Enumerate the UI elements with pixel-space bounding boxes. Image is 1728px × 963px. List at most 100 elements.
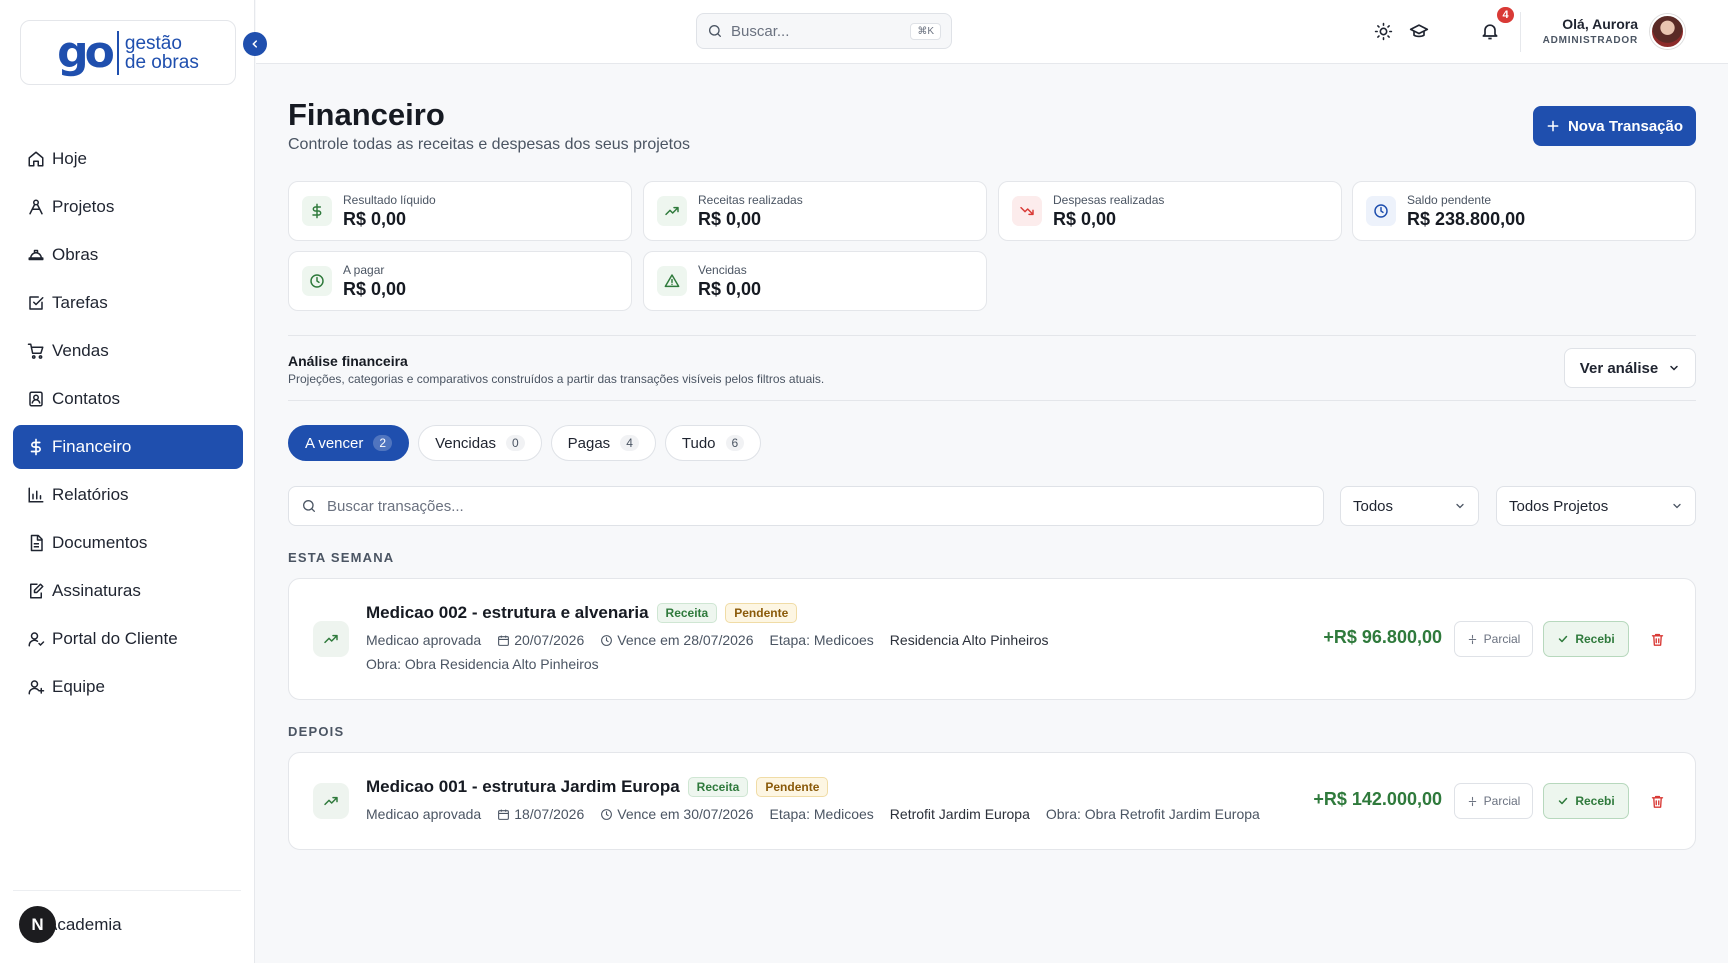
delete-button[interactable] (1647, 629, 1667, 649)
sidebar-item-projetos[interactable]: Projetos (13, 185, 243, 229)
transaction-stage: Etapa: Medicoes (769, 806, 874, 822)
tab-count: 0 (505, 435, 525, 451)
theme-toggle-button[interactable] (1372, 20, 1394, 42)
tab-a-vencer[interactable]: A vencer 2 (288, 425, 410, 461)
client-portal-icon (26, 629, 46, 649)
sidebar-item-tarefas[interactable]: Tarefas (13, 281, 243, 325)
status-badge: Pendente (725, 603, 798, 623)
stat-label: Receitas realizadas (698, 192, 803, 207)
partial-button[interactable]: Parcial (1454, 783, 1533, 819)
search-icon (707, 23, 723, 39)
projects-icon (26, 197, 46, 217)
sidebar-item-label: Tarefas (52, 293, 108, 312)
document-icon (26, 533, 46, 553)
view-analysis-button[interactable]: Ver análise (1564, 348, 1696, 388)
sidebar-item-obras[interactable]: Obras (13, 233, 243, 277)
partial-button[interactable]: Parcial (1454, 621, 1533, 657)
trending-down-icon (1012, 196, 1042, 226)
tab-label: Vencidas (435, 434, 496, 452)
stat-value: R$ 238.800,00 (1407, 208, 1526, 229)
sidebar-item-equipe[interactable]: Equipe (13, 665, 243, 709)
trash-icon (1650, 794, 1665, 809)
tab-count: 6 (725, 435, 745, 451)
stat-card-to-pay: A pagar R$ 0,00 (288, 251, 632, 311)
tab-pagas[interactable]: Pagas 4 (550, 425, 656, 461)
user-role: ADMINISTRADOR (1542, 35, 1638, 46)
clock-icon (600, 808, 613, 821)
delete-button[interactable] (1647, 791, 1667, 811)
logo-divider (116, 30, 119, 75)
sidebar-item-financeiro[interactable]: Financeiro (13, 425, 243, 469)
partial-label: Parcial (1483, 794, 1521, 808)
academy-button[interactable] (1408, 20, 1430, 42)
stat-value: R$ 0,00 (698, 278, 762, 299)
received-button[interactable]: Recebi (1543, 783, 1629, 819)
brand-logo[interactable]: go gestão de obras (20, 20, 236, 85)
task-check-icon (26, 293, 46, 313)
dollar-icon (26, 437, 46, 457)
search-icon (301, 498, 317, 514)
sidebar-item-label: Hoje (52, 149, 87, 168)
sidebar-item-contatos[interactable]: Contatos (13, 377, 243, 421)
bell-icon (1480, 21, 1500, 41)
sidebar-item-assinaturas[interactable]: Assinaturas (13, 569, 243, 613)
new-transaction-button[interactable]: Nova Transação (1533, 106, 1696, 146)
sidebar-item-hoje[interactable]: Hoje (13, 137, 243, 181)
stat-value: R$ 0,00 (343, 278, 407, 299)
warning-icon (657, 266, 687, 296)
transaction-search-input[interactable]: Buscar transações... (288, 486, 1324, 526)
analysis-title: Análise financeira (288, 353, 408, 369)
avatar[interactable] (1650, 14, 1685, 49)
sidebar: go gestão de obras Hoje Projetos Obras T… (0, 0, 255, 963)
user-info[interactable]: Olá, Aurora ADMINISTRADOR (1543, 16, 1638, 46)
transaction-obra: Obra: Obra Retrofit Jardim Europa (1045, 806, 1260, 822)
sidebar-item-relatorios[interactable]: Relatórios (13, 473, 243, 517)
topbar: Buscar... ⌘K 4 Olá, Aurora ADMINISTRADOR (256, 0, 1728, 64)
tab-count: 4 (620, 435, 639, 451)
sidebar-nav: Hoje Projetos Obras Tarefas Vendas Conta… (13, 137, 243, 713)
tab-count: 2 (373, 435, 393, 451)
notifications-button[interactable] (1479, 20, 1501, 42)
new-transaction-label: Nova Transação (1567, 117, 1684, 135)
transaction-project[interactable]: Retrofit Jardim Europa (890, 806, 1030, 822)
graduation-cap-icon (1409, 21, 1429, 41)
project-filter-select[interactable]: Todos Projetos (1496, 486, 1696, 526)
trending-up-icon (313, 621, 349, 657)
transaction-details: Medicao 002 - estrutura e alvenaria Rece… (366, 603, 1049, 672)
check-icon (1557, 633, 1569, 645)
transaction-stage: Etapa: Medicoes (769, 632, 874, 648)
transaction-card[interactable]: Medicao 002 - estrutura e alvenaria Rece… (288, 578, 1696, 700)
received-button[interactable]: Recebi (1543, 621, 1629, 657)
tab-label: Pagas (567, 434, 611, 452)
stat-card-pending-balance: Saldo pendente R$ 238.800,00 (1352, 181, 1696, 241)
transaction-title: Medicao 002 - estrutura e alvenaria (366, 603, 649, 622)
split-icon (1467, 796, 1478, 807)
cart-icon (26, 341, 46, 361)
collapse-sidebar-button[interactable] (243, 32, 267, 56)
type-filter-value: Todos (1353, 497, 1394, 515)
transaction-card[interactable]: Medicao 001 - estrutura Jardim Europa Re… (288, 752, 1696, 850)
sidebar-item-portal-do-cliente[interactable]: Portal do Cliente (13, 617, 243, 661)
stat-label: Resultado líquido (343, 192, 436, 207)
transaction-project[interactable]: Residencia Alto Pinheiros (890, 632, 1049, 648)
stat-value: R$ 0,00 (698, 208, 762, 229)
global-search-input[interactable]: Buscar... ⌘K (696, 13, 952, 49)
sidebar-item-vendas[interactable]: Vendas (13, 329, 243, 373)
sidebar-item-academia[interactable]: N Academia (19, 906, 122, 943)
transaction-title: Medicao 001 - estrutura Jardim Europa (366, 777, 680, 796)
split-icon (1467, 634, 1478, 645)
search-placeholder: Buscar... (731, 22, 790, 40)
check-icon (1557, 795, 1569, 807)
type-filter-select[interactable]: Todos (1340, 486, 1479, 526)
tab-tudo[interactable]: Tudo 6 (664, 425, 762, 461)
chevron-down-icon (1668, 362, 1680, 374)
sidebar-item-documentos[interactable]: Documentos (13, 521, 243, 565)
n-badge-icon[interactable]: N (19, 906, 56, 943)
sidebar-item-label: Equipe (52, 677, 105, 696)
plus-icon (1546, 119, 1560, 133)
analysis-subtitle: Projeções, categorias e comparativos con… (288, 372, 825, 386)
calendar-icon (497, 808, 510, 821)
transaction-due: Vence em 30/07/2026 (617, 806, 754, 822)
stat-label: Despesas realizadas (1053, 192, 1165, 207)
tab-vencidas[interactable]: Vencidas 0 (418, 425, 542, 461)
